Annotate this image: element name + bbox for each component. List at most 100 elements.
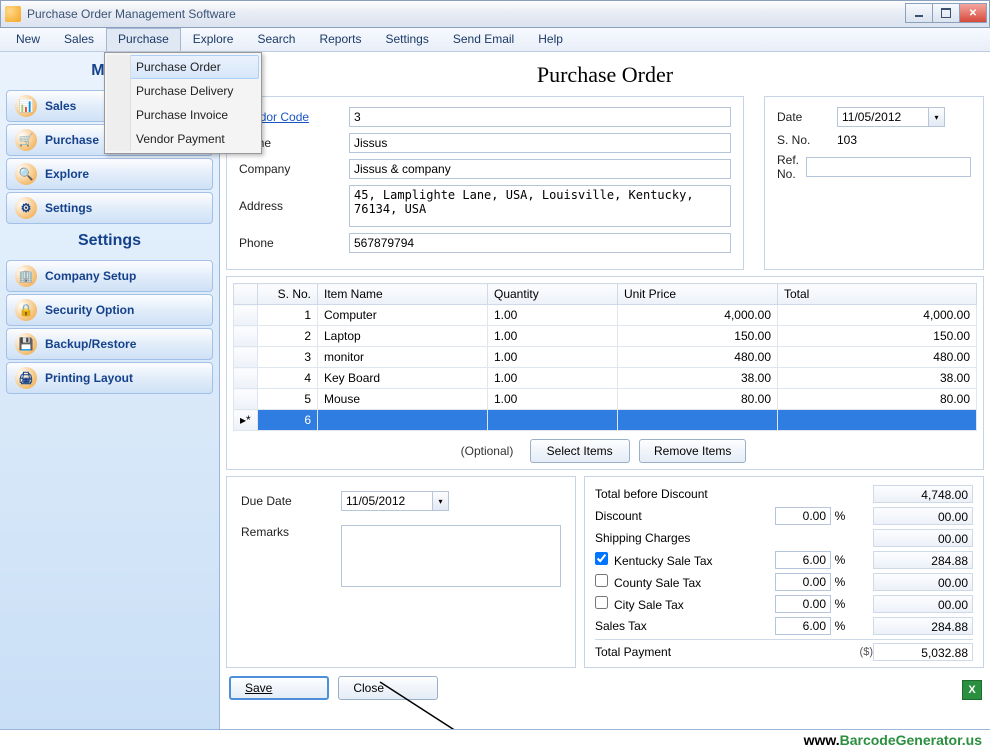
menu-help[interactable]: Help (526, 28, 575, 51)
table-row[interactable]: 3monitor1.00480.00480.00 (234, 347, 977, 368)
menu-search[interactable]: Search (245, 28, 307, 51)
items-grid[interactable]: S. No. Item Name Quantity Unit Price Tot… (233, 283, 977, 431)
vendor-name-input[interactable] (349, 133, 731, 153)
menu-sales[interactable]: Sales (52, 28, 106, 51)
maximize-button[interactable] (932, 3, 960, 23)
company-label: Company (239, 162, 349, 176)
pct-label: % (831, 619, 849, 633)
sidebar-item-company[interactable]: 🏢Company Setup (6, 260, 213, 292)
main-panel: Purchase Order Vendor Code Name Company … (220, 52, 990, 729)
grid-header-sno[interactable]: S. No. (258, 284, 318, 305)
date-picker[interactable]: ▾ (837, 107, 945, 127)
vendor-group: Vendor Code Name Company Address45, Lamp… (226, 96, 744, 270)
ref-label: Ref. No. (777, 153, 806, 181)
date-label: Date (777, 110, 837, 124)
tax2-pct-input[interactable] (775, 573, 831, 591)
doc-group: Date ▾ S. No.103 Ref. No. (764, 96, 984, 270)
vendor-phone-input[interactable] (349, 233, 731, 253)
sidebar-item-label: Printing Layout (45, 371, 133, 385)
optional-label: (Optional) (461, 444, 514, 458)
sidebar-item-printing[interactable]: 🖨Printing Layout (6, 362, 213, 394)
grid-button-row: (Optional) Select Items Remove Items (233, 439, 977, 463)
salestax-value: 284.88 (873, 617, 973, 635)
chart-icon: 📊 (15, 95, 37, 117)
address-label: Address (239, 199, 349, 213)
table-row-new[interactable]: ▸*6 (234, 410, 977, 431)
remarks-label: Remarks (241, 525, 341, 539)
shipping-value: 00.00 (873, 529, 973, 547)
select-items-button[interactable]: Select Items (530, 439, 630, 463)
sidebar-item-backup[interactable]: 💾 Backup/Restore (6, 328, 213, 360)
grid-header-item[interactable]: Item Name (318, 284, 488, 305)
total-before-value: 4,748.00 (873, 485, 973, 503)
discount-pct-input[interactable] (775, 507, 831, 525)
table-row[interactable]: 1Computer1.004,000.004,000.00 (234, 305, 977, 326)
sidebar-item-security[interactable]: 🔒Security Option (6, 294, 213, 326)
purchase-dropdown: Purchase Order Purchase Delivery Purchas… (104, 52, 262, 154)
excel-export-icon[interactable]: X (962, 680, 982, 700)
menu-purchase[interactable]: Purchase (106, 28, 181, 51)
menu-explore[interactable]: Explore (181, 28, 246, 51)
remarks-input[interactable] (341, 525, 561, 587)
close-form-button[interactable]: Close (338, 676, 438, 700)
sno-value: 103 (837, 133, 857, 147)
currency-label: ($) (849, 646, 873, 658)
chevron-down-icon[interactable]: ▾ (929, 107, 945, 127)
totalpay-value: 5,032.88 (873, 643, 973, 661)
pct-label: % (831, 553, 849, 567)
gear-icon: ⚙ (15, 197, 37, 219)
grid-header-qty[interactable]: Quantity (488, 284, 618, 305)
remove-items-button[interactable]: Remove Items (639, 439, 746, 463)
vendor-address-input[interactable]: 45, Lamplighte Lane, USA, Louisville, Ke… (349, 185, 731, 227)
close-button[interactable] (959, 3, 987, 23)
menubar: New Sales Purchase Explore Search Report… (0, 28, 990, 52)
cart-icon: 🛒 (15, 129, 37, 151)
salestax-pct-input[interactable] (775, 617, 831, 635)
grid-header-price[interactable]: Unit Price (618, 284, 778, 305)
grid-header-total[interactable]: Total (778, 284, 977, 305)
due-group: Due Date ▾ Remarks (226, 476, 576, 668)
sidebar-item-label: Backup/Restore (45, 337, 136, 351)
due-date-input[interactable] (341, 491, 433, 511)
menu-sendemail[interactable]: Send Email (441, 28, 526, 51)
sidebar-item-label: Company Setup (45, 269, 136, 283)
save-button[interactable]: Save (229, 676, 329, 700)
page-title: Purchase Order (220, 52, 990, 96)
tax2-checkbox[interactable] (595, 574, 608, 587)
footer: www.BarcodeGenerator.us (0, 729, 990, 751)
pct-label: % (831, 509, 849, 523)
tax1-pct-input[interactable] (775, 551, 831, 569)
total-before-label: Total before Discount (595, 487, 831, 501)
footer-www: www. (804, 732, 840, 748)
menu-settings[interactable]: Settings (374, 28, 441, 51)
sidebar-item-label: Security Option (45, 303, 134, 317)
disk-icon: 💾 (15, 333, 37, 355)
due-date-label: Due Date (241, 494, 341, 508)
menu-new[interactable]: New (4, 28, 52, 51)
sidebar-item-explore[interactable]: 🔍Explore (6, 158, 213, 190)
phone-label: Phone (239, 236, 349, 250)
tax3-checkbox[interactable] (595, 596, 608, 609)
due-date-picker[interactable]: ▾ (341, 491, 449, 511)
menu-reports[interactable]: Reports (307, 28, 373, 51)
table-row[interactable]: 2Laptop1.00150.00150.00 (234, 326, 977, 347)
window-controls (906, 3, 987, 23)
date-input[interactable] (837, 107, 929, 127)
sidebar-item-settings[interactable]: ⚙Settings (6, 192, 213, 224)
minimize-button[interactable] (905, 3, 933, 23)
vendor-code-input[interactable] (349, 107, 731, 127)
app-icon (5, 6, 21, 22)
tax3-label: City Sale Tax (614, 598, 684, 612)
sidebar-item-label: Sales (45, 99, 76, 113)
vendor-company-input[interactable] (349, 159, 731, 179)
chevron-down-icon[interactable]: ▾ (433, 491, 449, 511)
table-row[interactable]: 4Key Board1.0038.0038.00 (234, 368, 977, 389)
titlebar: Purchase Order Management Software (0, 0, 990, 28)
sidebar-item-label: Explore (45, 167, 89, 181)
tax1-checkbox[interactable] (595, 552, 608, 565)
table-row[interactable]: 5Mouse1.0080.0080.00 (234, 389, 977, 410)
totalpay-label: Total Payment (595, 645, 831, 659)
ref-input[interactable] (806, 157, 971, 177)
tax3-pct-input[interactable] (775, 595, 831, 613)
sidebar-header-settings: Settings (0, 226, 219, 260)
